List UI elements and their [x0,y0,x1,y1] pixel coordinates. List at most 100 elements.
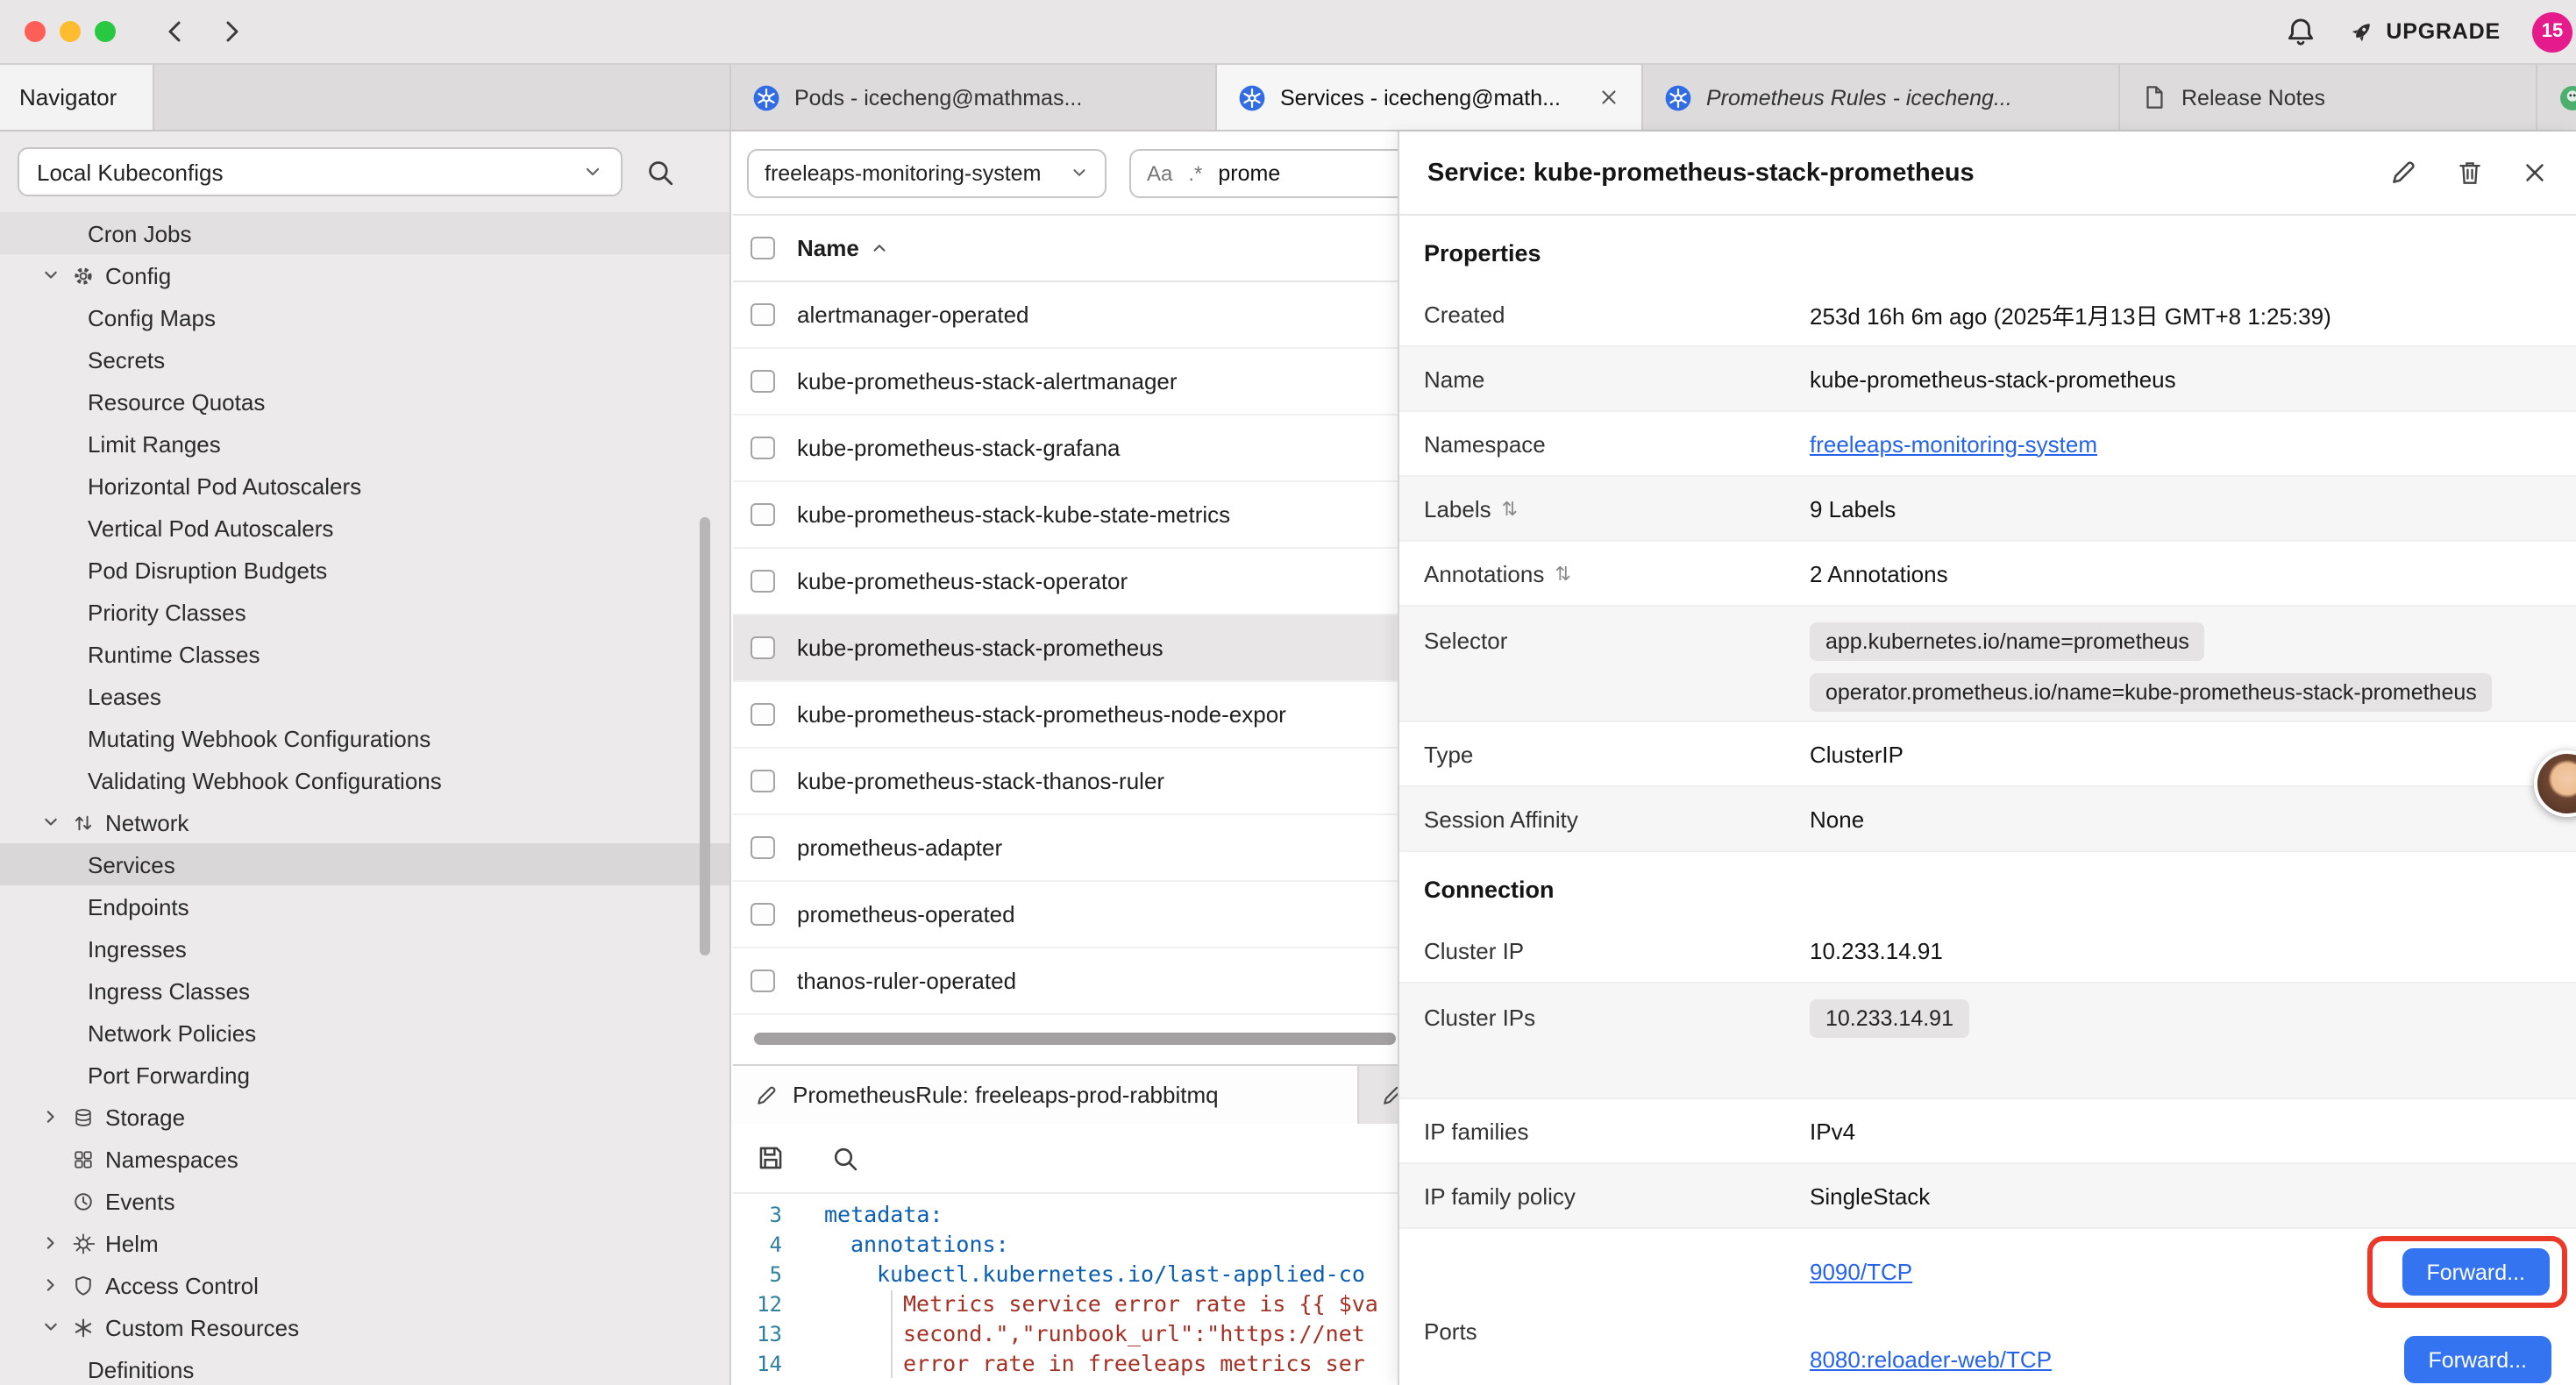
match-case-toggle[interactable]: Aa [1147,160,1172,185]
sidebar-scrollbar[interactable] [700,517,710,955]
namespace-link[interactable]: freeleaps-monitoring-system [1810,430,2097,457]
row-checkbox[interactable] [751,703,774,727]
regex-toggle[interactable]: .* [1188,160,1202,185]
horizontal-scrollbar[interactable] [754,1033,1396,1045]
column-header-name[interactable]: Name [797,235,859,261]
row-checkbox[interactable] [751,770,774,793]
row-checkbox[interactable] [751,836,774,860]
row-checkbox[interactable] [751,503,774,527]
edit-icon[interactable] [2388,158,2418,188]
editor-tab-prometheusrule[interactable]: PrometheusRule: freeleaps-prod-rabbitmq [733,1066,1359,1124]
tab-pods-icecheng-mathmas[interactable]: Pods - icecheng@mathmas... [731,65,1217,130]
expand-list-icon[interactable]: ⇅ [1502,497,1518,520]
namespace-select[interactable]: freeleaps-monitoring-system [747,148,1107,197]
detail-body: PropertiesCreated253d 16h 6m ago (2025年1… [1399,216,2576,1385]
row-checkbox[interactable] [751,636,774,660]
chevron-right-icon[interactable] [42,1108,60,1126]
chevron-right-icon[interactable] [42,1234,60,1252]
sidebar-item-events[interactable]: Events [0,1180,729,1222]
sidebar-item-mutating-webhook-configurations[interactable]: Mutating Webhook Configurations [0,717,729,759]
back-arrow-icon[interactable] [161,18,189,46]
kubeconfig-select[interactable]: Local Kubeconfigs [18,147,623,196]
sidebar-item-network[interactable]: Network [0,801,729,843]
sidebar-item-leases[interactable]: Leases [0,675,729,717]
search-icon[interactable] [645,157,675,187]
window-minimize-button[interactable] [60,21,81,42]
detail-row-created: Created253d 16h 6m ago (2025年1月13日 GMT+8… [1399,282,2576,347]
value-chip: app.kubernetes.io/name=prometheus [1810,622,2205,661]
chevron-down-icon[interactable] [42,1318,60,1336]
sidebar-item-ingresses[interactable]: Ingresses [0,927,729,970]
sidebar-item-custom-resources[interactable]: Custom Resources [0,1306,729,1348]
search-icon[interactable] [831,1144,859,1172]
tab-bar: Navigator Pods - icecheng@mathmas...Serv… [0,65,2576,131]
detail-header: Service: kube-prometheus-stack-prometheu… [1399,131,2576,216]
sidebar-item-access-control[interactable]: Access Control [0,1264,729,1306]
row-checkbox[interactable] [751,437,774,460]
sidebar-item-helm[interactable]: Helm [0,1222,729,1264]
upgrade-button[interactable]: UPGRADE [2347,18,2501,46]
row-checkbox[interactable] [751,370,774,394]
forward-button[interactable]: Forward... [2402,1248,2550,1296]
helm-icon [72,1232,95,1254]
trash-icon[interactable] [2455,158,2485,188]
title-bar: UPGRADE 15 [0,0,2576,65]
sidebar-item-limit-ranges[interactable]: Limit Ranges [0,423,729,465]
app-window: UPGRADE 15 Navigator Pods - icecheng@mat… [0,0,2576,1385]
sidebar-item-network-policies[interactable]: Network Policies [0,1012,729,1054]
sidebar-item-config[interactable]: Config [0,254,729,296]
rocket-icon [2347,18,2375,46]
line-number: 4 [733,1232,803,1256]
sidebar-item-endpoints[interactable]: Endpoints [0,885,729,927]
sidebar-item-definitions[interactable]: Definitions [0,1348,729,1385]
sidebar-item-pod-disruption-budgets[interactable]: Pod Disruption Budgets [0,549,729,591]
detail-row-ip-families: IP familiesIPv4 [1399,1099,2576,1164]
sidebar-item-priority-classes[interactable]: Priority Classes [0,591,729,633]
forward-arrow-icon[interactable] [217,18,246,46]
kubernetes-icon [752,83,780,111]
save-icon[interactable] [756,1143,786,1173]
port-link[interactable]: 8080:reloader-web/TCP [1810,1346,2052,1373]
select-all-checkbox[interactable] [751,237,774,260]
sidebar-item-cron-jobs[interactable]: Cron Jobs [0,212,729,254]
close-icon[interactable] [1598,86,1620,109]
sidebar-item-storage[interactable]: Storage [0,1096,729,1138]
line-number: 13 [733,1321,803,1346]
window-zoom-button[interactable] [95,21,116,42]
tab-services-icecheng-math[interactable]: Services - icecheng@math... [1217,65,1643,130]
forward-button[interactable]: Forward... [2403,1336,2551,1383]
tab-release-notes[interactable]: Release Notes [2120,65,2537,130]
window-close-button[interactable] [25,21,46,42]
detail-row-labels: Labels⇅9 Labels [1399,477,2576,542]
sidebar-item-resource-quotas[interactable]: Resource Quotas [0,380,729,423]
row-checkbox[interactable] [751,903,774,927]
chevron-down-icon[interactable] [42,266,60,284]
chevron-down-icon[interactable] [42,813,60,831]
expand-list-icon[interactable]: ⇅ [1555,562,1570,585]
service-search-input[interactable]: Aa .* prome [1129,148,1427,197]
tab-argo-se[interactable]: Argo Se [2537,65,2576,130]
sidebar-item-secrets[interactable]: Secrets [0,338,729,380]
sidebar-item-namespaces[interactable]: Namespaces [0,1138,729,1180]
bell-icon[interactable] [2284,16,2316,47]
port-link[interactable]: 9090/TCP [1810,1259,1912,1285]
row-checkbox[interactable] [751,570,774,593]
row-checkbox[interactable] [751,970,774,993]
resource-tree: Cron JobsConfigConfig MapsSecretsResourc… [0,212,729,1385]
tab-prometheus-rules-icecheng[interactable]: Prometheus Rules - icecheng... [1643,65,2120,130]
chevron-right-icon[interactable] [42,1276,60,1294]
sidebar-item-ingress-classes[interactable]: Ingress Classes [0,970,729,1012]
row-checkbox[interactable] [751,303,774,327]
asterisk-icon [72,1316,95,1339]
sidebar-item-vertical-pod-autoscalers[interactable]: Vertical Pod Autoscalers [0,507,729,549]
sidebar-item-services[interactable]: Services [0,843,729,885]
notification-badge[interactable]: 15 [2532,11,2572,52]
sidebar-item-port-forwarding[interactable]: Port Forwarding [0,1054,729,1096]
close-icon[interactable] [2522,160,2548,186]
sidebar-item-horizontal-pod-autoscalers[interactable]: Horizontal Pod Autoscalers [0,465,729,507]
sidebar-item-runtime-classes[interactable]: Runtime Classes [0,633,729,675]
sort-ascending-icon[interactable] [870,238,889,258]
line-number: 5 [733,1261,803,1286]
sidebar-item-validating-webhook-configurations[interactable]: Validating Webhook Configurations [0,759,729,801]
sidebar-item-config-maps[interactable]: Config Maps [0,296,729,338]
